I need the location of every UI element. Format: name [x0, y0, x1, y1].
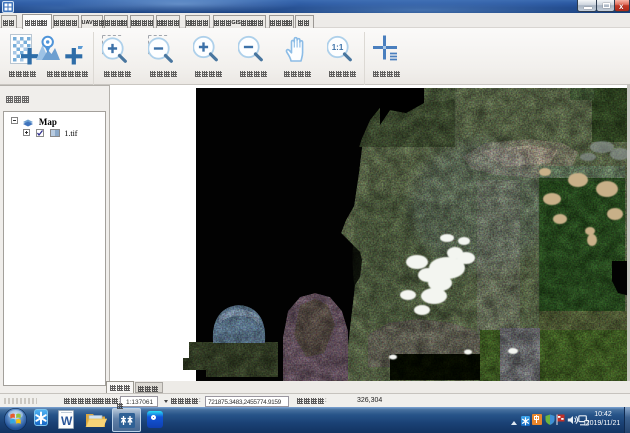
- svg-text:1:1: 1:1: [332, 43, 344, 52]
